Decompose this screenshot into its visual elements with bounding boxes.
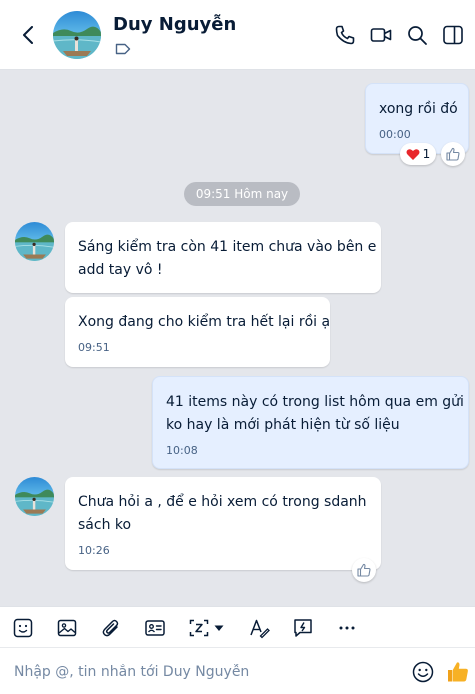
back-button[interactable] bbox=[17, 24, 39, 46]
attachment-icon[interactable] bbox=[100, 617, 122, 639]
image-icon[interactable] bbox=[56, 617, 78, 639]
emoji-icon[interactable] bbox=[411, 660, 435, 684]
chevron-down-icon[interactable] bbox=[213, 622, 225, 634]
message-text: sách ko bbox=[78, 517, 132, 533]
message-bubble-outgoing[interactable]: 41 items này có trong list hôm qua em gử… bbox=[152, 376, 469, 469]
message-text: xong rồi đó bbox=[379, 101, 458, 117]
sender-avatar[interactable] bbox=[15, 222, 54, 261]
date-divider: 09:51 Hôm nay bbox=[184, 182, 300, 206]
sticker-icon[interactable] bbox=[12, 617, 34, 639]
reaction-count: 1 bbox=[422, 147, 431, 161]
contact-name[interactable]: Duy Nguyễn bbox=[113, 14, 236, 35]
message-input[interactable] bbox=[14, 660, 394, 684]
thumbs-up-icon[interactable] bbox=[446, 660, 470, 684]
message-composer bbox=[0, 648, 475, 694]
phone-icon[interactable] bbox=[334, 24, 356, 46]
message-time: 09:51 bbox=[78, 341, 110, 354]
message-bubble-incoming[interactable]: Chưa hỏi a , để e hỏi xem có trong sdanh… bbox=[65, 477, 381, 570]
contact-avatar[interactable] bbox=[53, 11, 101, 59]
video-call-icon[interactable] bbox=[370, 24, 392, 46]
screenshot-icon[interactable] bbox=[188, 617, 210, 639]
message-text: add tay vô ! bbox=[78, 262, 163, 278]
message-text: ko hay là mới phát hiện từ số liệu bbox=[166, 417, 400, 433]
chat-header: Duy Nguyễn bbox=[0, 0, 475, 70]
quick-message-icon[interactable] bbox=[292, 617, 314, 639]
message-text: Xong đang cho kiểm tra hết lại rồi ạ bbox=[78, 314, 331, 330]
message-bubble-incoming[interactable]: Sáng kiểm tra còn 41 item chưa vào bên e… bbox=[65, 222, 381, 293]
message-text: Chưa hỏi a , để e hỏi xem có trong sdanh bbox=[78, 494, 367, 510]
message-text: Sáng kiểm tra còn 41 item chưa vào bên e bbox=[78, 239, 377, 255]
composer-toolbar bbox=[0, 606, 475, 648]
reaction-summary[interactable]: 1 bbox=[400, 143, 436, 165]
heart-icon bbox=[406, 148, 420, 160]
contact-card-icon[interactable] bbox=[144, 617, 166, 639]
message-text: 41 items này có trong list hôm qua em gử… bbox=[166, 394, 464, 410]
text-format-icon[interactable] bbox=[248, 617, 270, 639]
react-button[interactable] bbox=[441, 142, 465, 166]
message-time: 10:08 bbox=[166, 444, 198, 457]
tag-icon[interactable] bbox=[115, 43, 131, 55]
message-time: 10:26 bbox=[78, 544, 110, 557]
thumbs-up-outline-icon bbox=[357, 563, 371, 577]
sender-avatar[interactable] bbox=[15, 477, 54, 516]
back-icon bbox=[23, 26, 33, 44]
search-icon[interactable] bbox=[406, 24, 428, 46]
react-button[interactable] bbox=[352, 558, 376, 582]
more-icon[interactable] bbox=[336, 617, 358, 639]
message-time: 00:00 bbox=[379, 128, 411, 141]
sidebar-toggle-icon[interactable] bbox=[442, 24, 464, 46]
message-bubble-incoming[interactable]: Xong đang cho kiểm tra hết lại rồi ạ 09:… bbox=[65, 297, 330, 367]
thumbs-up-outline-icon bbox=[446, 147, 460, 161]
